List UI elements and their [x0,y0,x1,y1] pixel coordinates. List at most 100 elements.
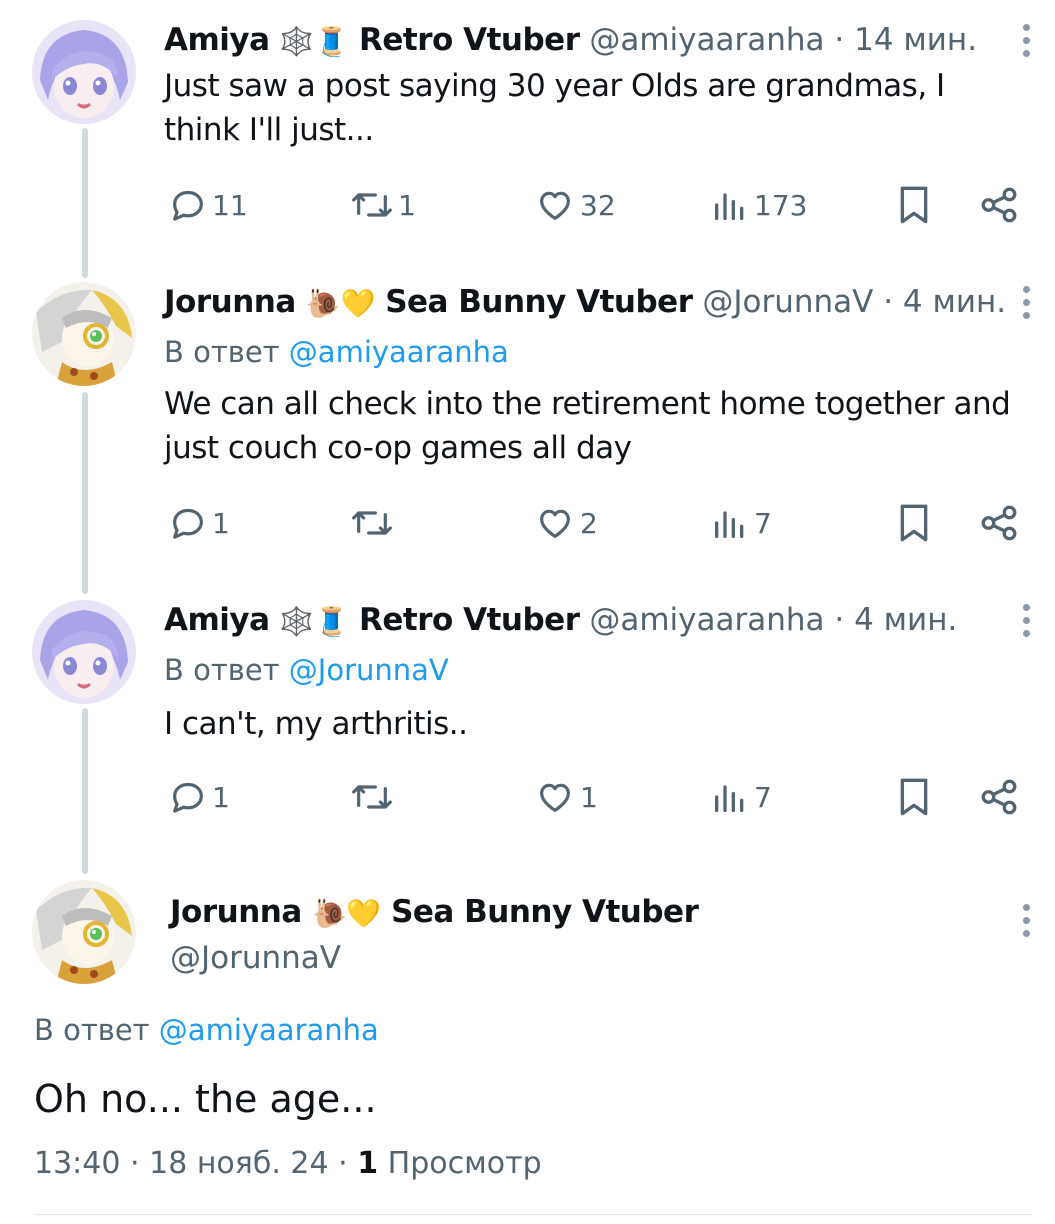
reply-count: 1 [212,780,230,814]
more-icon[interactable] [1021,286,1031,319]
author-name[interactable]: Jorunna [164,284,296,320]
author-title[interactable]: Retro Vtuber [359,602,580,638]
like-count: 2 [580,506,598,540]
retweet-button[interactable]: 1 [350,180,416,230]
tweet-time[interactable]: · 14 мин. [834,22,977,58]
reply-prefix: В ответ [164,335,280,369]
reply-to-line: В ответ @amiyaaranha [164,332,509,372]
like-button[interactable]: 2 [534,498,598,548]
main-tweet-text: Oh no... the age... [34,1077,377,1121]
tweet-text: We can all check into the retirement hom… [164,386,1011,466]
meta-separator: · [130,1146,140,1181]
tweet-text: I can't, my arthritis.. [164,706,468,742]
author-handle[interactable]: @amiyaaranha [589,602,824,638]
author-name-line[interactable]: Jorunna 🐌💛 Sea Bunny Vtuber [170,890,699,936]
share-button[interactable] [978,772,1020,822]
share-icon [981,505,1017,541]
reply-icon [173,782,203,813]
views-count: 7 [754,780,772,814]
like-button[interactable]: 1 [534,772,598,822]
like-icon [540,783,570,812]
views-count: 173 [754,188,808,222]
reply-count: 1 [212,506,230,540]
like-count: 32 [580,188,616,222]
reply-count: 11 [212,188,248,222]
more-icon[interactable] [1021,604,1031,637]
tweet-header: Amiya 🕸️🧵 Retro Vtuber @amiyaaranha · 14… [164,18,977,62]
tweet-header: Amiya 🕸️🧵 Retro Vtuber @amiyaaranha · 4 … [164,598,957,642]
tweet-time[interactable]: · 4 мин. [834,602,957,638]
tweet-text: Just saw a post saying 30 year Olds are … [164,68,945,148]
like-button[interactable]: 32 [534,180,616,230]
retweet-icon [352,193,392,217]
author-title[interactable]: Sea Bunny Vtuber [385,284,693,320]
reply-prefix: В ответ [34,1013,150,1047]
avatar[interactable] [32,20,136,124]
main-tweet-header: Jorunna 🐌💛 Sea Bunny Vtuber @JorunnaV [170,890,699,980]
reply-button[interactable]: 1 [168,498,230,548]
retweet-icon [352,785,392,809]
views-icon [715,785,744,812]
like-icon [540,509,570,538]
tweet-date[interactable]: 18 нояб. 24 [149,1146,328,1181]
more-icon[interactable] [1021,904,1031,937]
views-button[interactable]: 7 [710,498,772,548]
reply-to-link[interactable]: @JorunnaV [289,653,449,687]
bookmark-button[interactable] [894,180,934,230]
author-title[interactable]: Retro Vtuber [359,22,580,58]
views-count: 7 [754,506,772,540]
author-name[interactable]: Amiya [164,22,270,58]
bookmark-button[interactable] [894,772,934,822]
views-icon [715,511,744,538]
author-handle[interactable]: @JorunnaV [702,284,873,320]
views-count: 1 [357,1146,379,1181]
author-name[interactable]: Amiya [164,602,270,638]
tweet-meta: 13:40 · 18 нояб. 24 · 1 Просмотр [34,1144,542,1184]
reply-to-line: В ответ @JorunnaV [164,650,449,690]
author-handle[interactable]: @JorunnaV [170,936,698,980]
reply-icon [173,508,203,539]
reply-prefix: В ответ [164,653,280,687]
tweet-actions: 1 1 7 [164,772,1034,822]
tweet-actions: 1 2 7 [164,498,1034,548]
divider [34,1214,1031,1215]
like-icon [540,191,570,220]
tweet-header: Jorunna 🐌💛 Sea Bunny Vtuber @JorunnaV · … [164,280,1006,324]
bookmark-icon [900,778,928,816]
avatar[interactable] [32,282,136,386]
reply-icon [173,190,203,221]
views-button[interactable]: 7 [710,772,772,822]
like-count: 1 [580,780,598,814]
share-button[interactable] [978,180,1020,230]
retweet-count: 1 [398,188,416,222]
bookmark-icon [900,504,928,542]
retweet-icon [352,511,392,535]
reply-button[interactable]: 11 [168,180,248,230]
author-handle[interactable]: @amiyaaranha [589,22,824,58]
more-icon[interactable] [1021,24,1031,57]
tweet-time[interactable]: 13:40 [34,1146,120,1181]
share-icon [981,779,1017,815]
views-button[interactable]: 173 [710,180,807,230]
name-emoji: 🐌💛 [305,286,376,320]
thread-line [82,392,88,594]
share-icon [981,187,1017,223]
reply-button[interactable]: 1 [168,772,230,822]
bookmark-icon [900,186,928,224]
avatar[interactable] [32,600,136,704]
retweet-button[interactable] [350,498,398,548]
avatar[interactable] [32,880,136,984]
retweet-button[interactable] [350,772,398,822]
reply-to-link[interactable]: @amiyaaranha [159,1013,379,1047]
views-icon [715,193,744,220]
reply-to-line: В ответ @amiyaaranha [34,1010,379,1050]
share-button[interactable] [978,498,1020,548]
reply-to-link[interactable]: @amiyaaranha [289,335,509,369]
tweet-actions: 11 1 32 173 [164,180,1034,230]
author-name: Jorunna [170,894,302,930]
name-emoji: 🕸️🧵 [279,604,350,638]
bookmark-button[interactable] [894,498,934,548]
thread-line [82,708,88,874]
tweet-time[interactable]: · 4 мин. [883,284,1006,320]
views-label: Просмотр [387,1146,542,1181]
